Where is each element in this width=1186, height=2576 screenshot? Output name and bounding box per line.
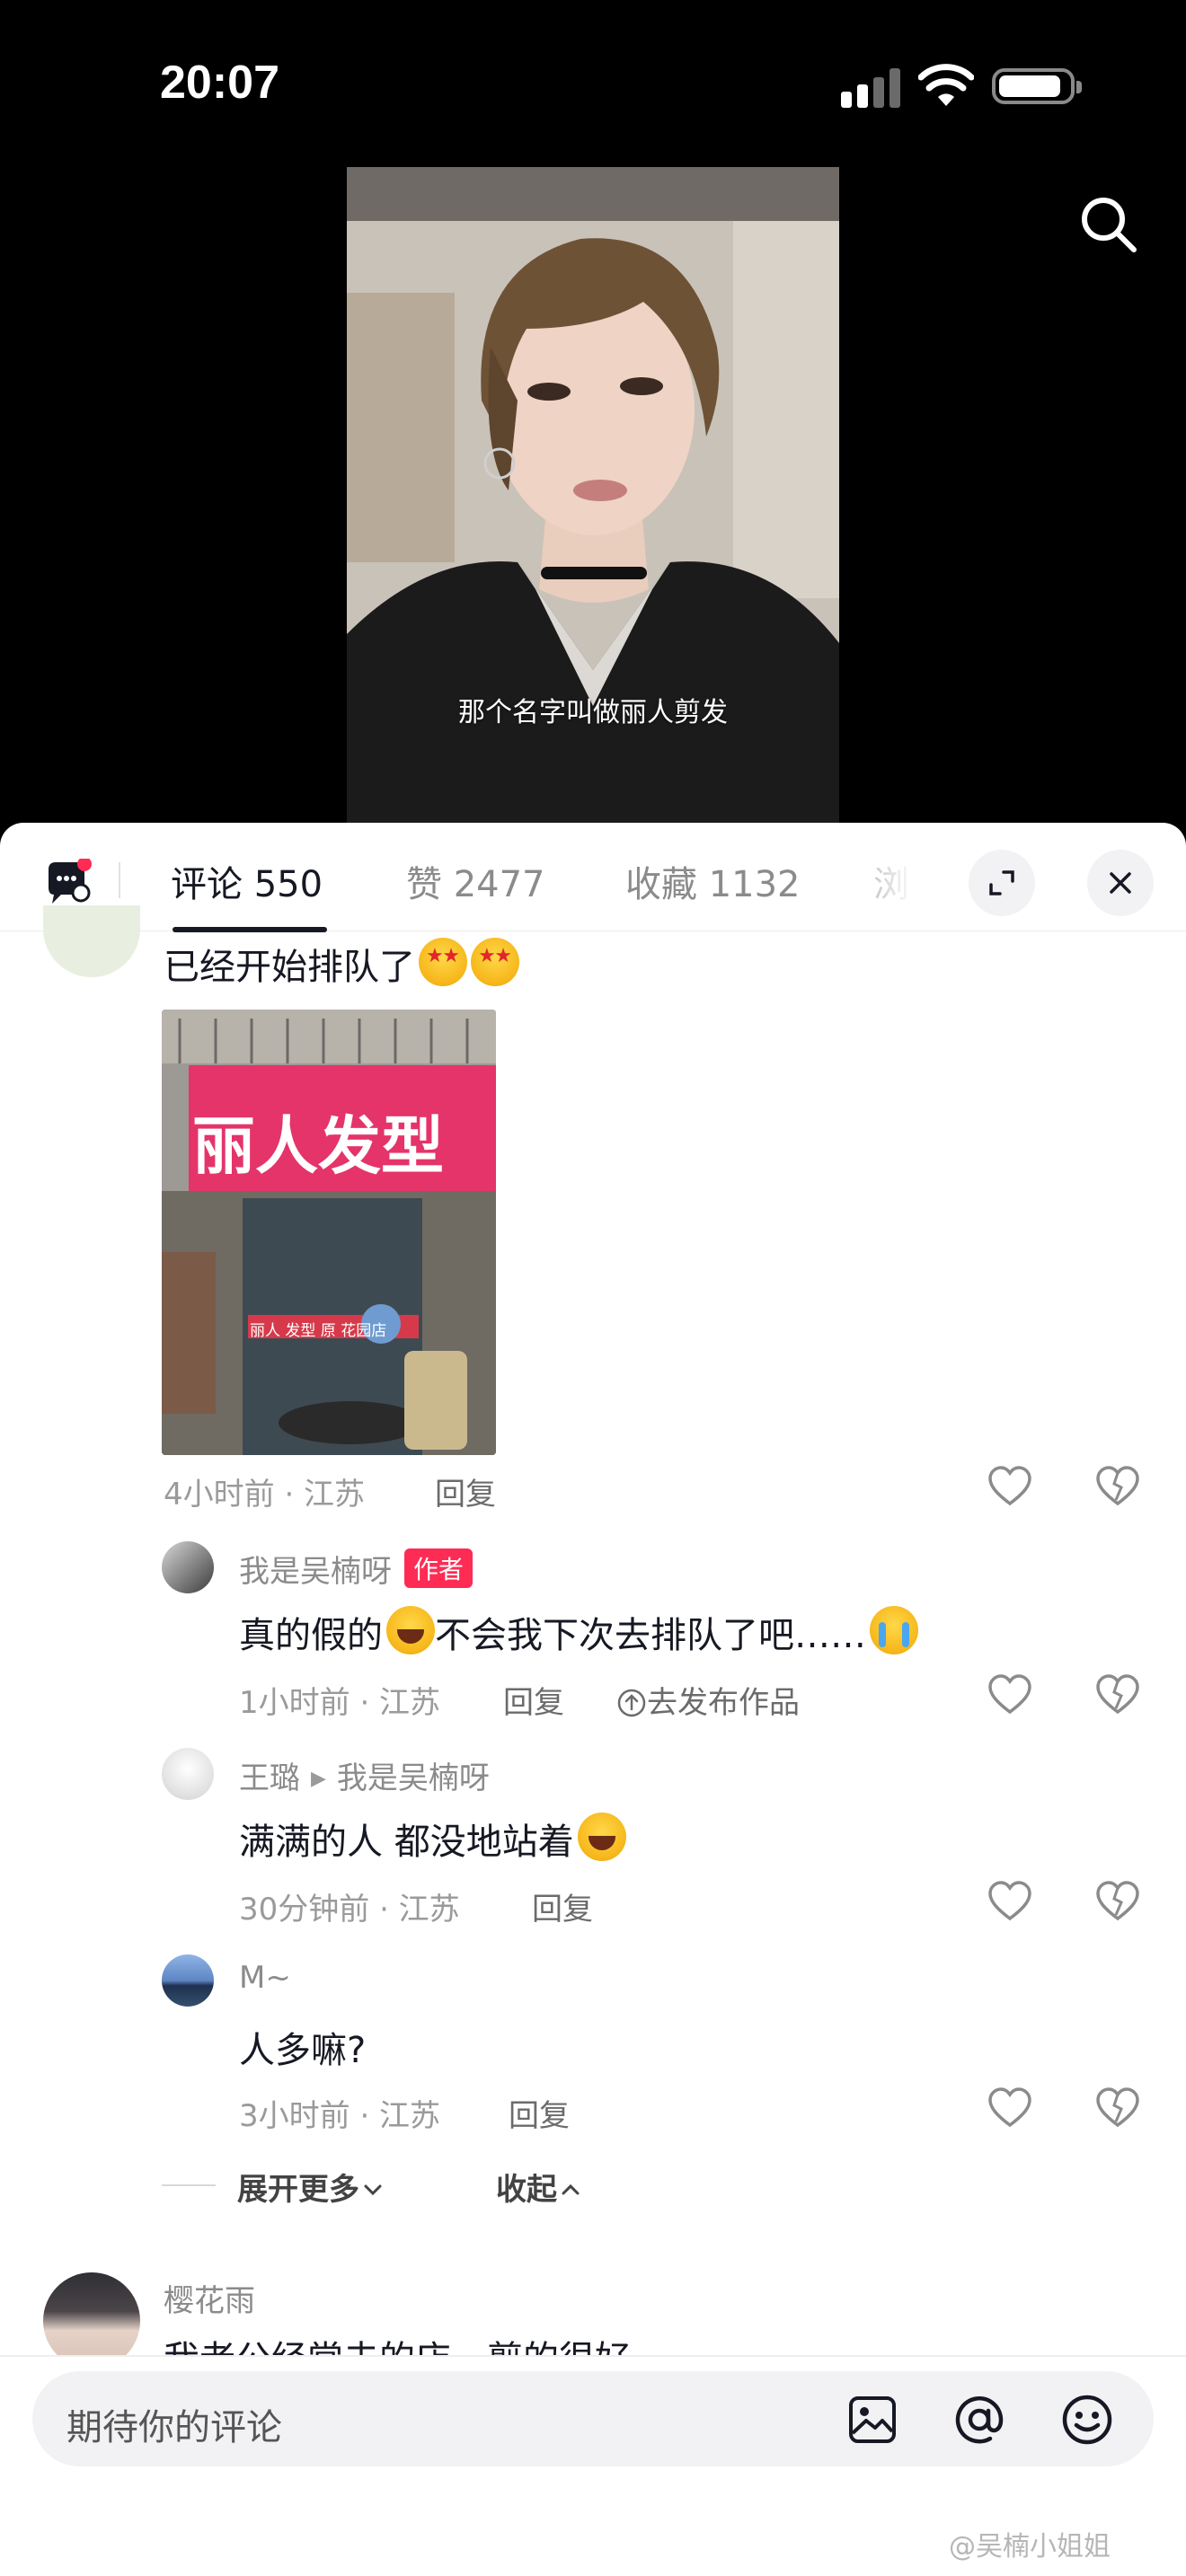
reply-button[interactable]: 回复	[435, 1469, 496, 1513]
heart-icon[interactable]	[987, 1672, 1033, 1719]
cellular-signal-icon	[841, 66, 904, 108]
broken-heart-icon[interactable]	[1094, 1464, 1141, 1511]
star-eyes-emoji	[471, 938, 519, 986]
shop-photo	[162, 1010, 496, 1455]
wifi-icon	[918, 64, 974, 106]
emoji-icon[interactable]	[1060, 2393, 1114, 2447]
comment-time-location: 30分钟前 · 江苏	[239, 1892, 460, 1928]
message-bubble-icon[interactable]	[41, 859, 92, 909]
avatar[interactable]	[162, 1748, 214, 1800]
shop-door-text: 丽人 发型 原 花园店	[250, 1322, 387, 1340]
comment-text: 真的假的 不会我下次去排队了吧……	[239, 1606, 918, 1658]
shop-sign-text: 丽人发型	[192, 1109, 444, 1183]
watermark: @吴楠小姐姐	[949, 2531, 1111, 2563]
comment-input-placeholder: 期待你的评论	[66, 2407, 282, 2448]
author-badge: 作者	[404, 1548, 474, 1588]
video-subtitle: 那个名字叫做丽人剪发	[458, 697, 728, 728]
reply-button[interactable]: 回复	[509, 2091, 570, 2135]
laughing-crying-emoji	[577, 1813, 626, 1861]
collapse-button[interactable]: 收起	[496, 2165, 584, 2209]
heart-icon[interactable]	[987, 1879, 1033, 1926]
broken-heart-icon[interactable]	[1094, 2086, 1141, 2132]
status-time: 20:07	[160, 57, 279, 109]
expand-button[interactable]	[969, 850, 1035, 916]
status-bar: 20:07	[0, 0, 1186, 171]
comment-tabs: 评论 550 赞 2477 收藏 1132 浏	[0, 823, 1186, 932]
commenter-name: 我是吴楠呀 作者	[239, 1547, 474, 1591]
tab-separator	[119, 862, 120, 898]
tab-comments[interactable]: 评论 550	[171, 855, 323, 907]
reply-button[interactable]: 回复	[532, 1884, 593, 1928]
laughing-crying-emoji	[386, 1606, 435, 1654]
close-button[interactable]	[1087, 850, 1154, 916]
avatar[interactable]	[162, 1541, 214, 1593]
at-mention-icon[interactable]	[952, 2393, 1006, 2447]
expand-icon	[989, 870, 1014, 895]
video-player[interactable]: 那个名字叫做丽人剪发	[347, 167, 839, 823]
tab-favorites[interactable]: 收藏 1132	[625, 855, 801, 907]
comment-text: 已经开始排队了	[164, 938, 519, 990]
upload-arrow-icon	[617, 1689, 646, 1717]
comment-time-location: 3小时前 · 江苏	[239, 2098, 441, 2134]
image-icon[interactable]	[846, 2394, 898, 2446]
comment-text: 满满的人 都没地站着	[239, 1813, 626, 1865]
broken-heart-icon[interactable]	[1094, 1672, 1141, 1719]
expand-more-button[interactable]: 展开更多	[237, 2165, 386, 2209]
crying-emoji	[870, 1606, 918, 1654]
commenter-name: 王璐 ▶ 我是吴楠呀	[239, 1760, 490, 1796]
heart-icon[interactable]	[987, 1464, 1033, 1511]
active-tab-indicator	[173, 927, 327, 932]
chevron-up-icon	[562, 2183, 580, 2195]
star-eyes-emoji	[419, 938, 467, 986]
commenter-name: M~	[239, 1960, 291, 1996]
battery-icon	[992, 68, 1082, 104]
expand-divider	[162, 2184, 216, 2186]
heart-icon[interactable]	[987, 2086, 1033, 2132]
comment-text: 我老公经常去的店，剪的很好	[164, 2330, 631, 2355]
comment-time-location: 1小时前 · 江苏	[239, 1685, 441, 1721]
comment-photo[interactable]: 丽人发型 丽人 发型 原 花园店	[162, 1010, 496, 1455]
commenter-name: 樱花雨	[164, 2283, 255, 2319]
avatar[interactable]	[162, 1954, 214, 2007]
close-icon	[1110, 872, 1131, 894]
comment-text: 人多嘛?	[239, 2030, 367, 2071]
reply-button[interactable]: 回复	[503, 1678, 564, 1722]
chevron-down-icon	[364, 2184, 382, 2196]
reply-arrow-icon: ▶	[311, 1768, 326, 1790]
publish-work-button[interactable]: 去发布作品	[616, 1678, 800, 1722]
search-icon[interactable]	[1075, 190, 1143, 259]
comment-time-location: 4小时前 · 江苏	[164, 1477, 366, 1513]
comment-input[interactable]: 期待你的评论	[32, 2371, 1154, 2466]
broken-heart-icon[interactable]	[1094, 1879, 1141, 1926]
tab-likes[interactable]: 赞 2477	[406, 855, 545, 907]
